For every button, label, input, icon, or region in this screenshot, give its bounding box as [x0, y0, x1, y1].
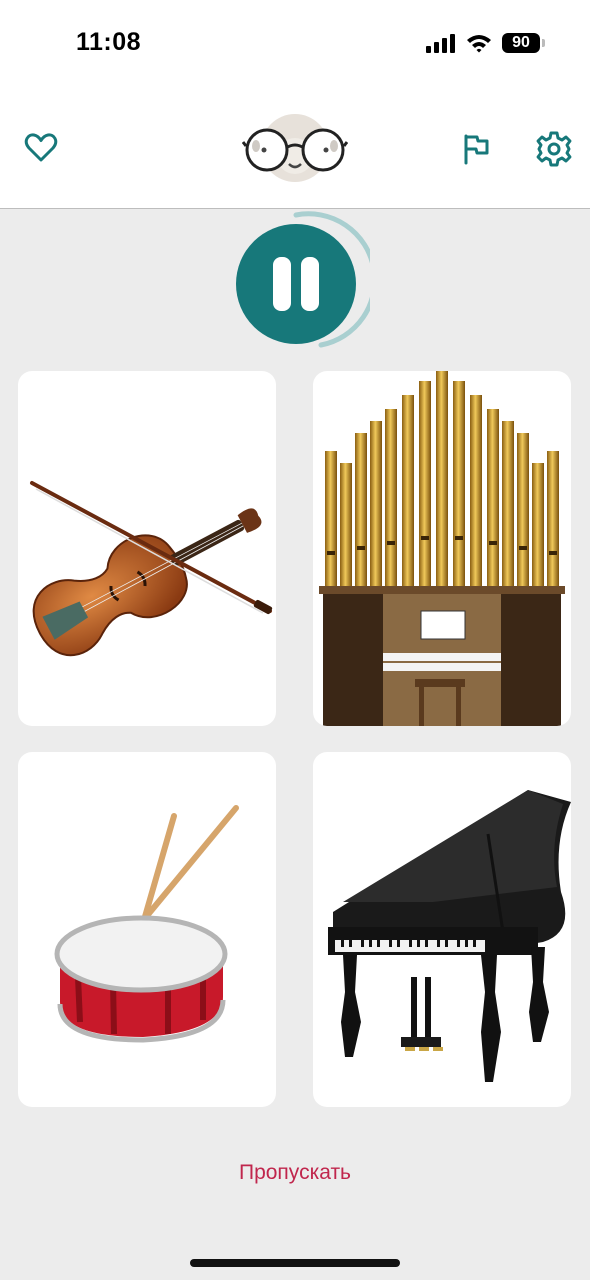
home-indicator[interactable]: [190, 1259, 400, 1267]
pause-icon-bar: [301, 257, 319, 311]
status-bar: 11:08 90: [0, 0, 590, 90]
audio-player: [230, 209, 370, 354]
settings-button[interactable]: [535, 130, 573, 173]
grand-piano-image: [328, 790, 571, 1082]
gear-icon: [536, 131, 572, 167]
pipe-organ-image: [319, 371, 565, 726]
answer-card-organ[interactable]: [313, 371, 571, 726]
status-icons: 90: [426, 33, 545, 53]
skip-button[interactable]: Пропускать: [0, 1161, 590, 1185]
heart-icon: [24, 133, 58, 162]
favorite-button[interactable]: [24, 132, 58, 169]
answer-card-piano[interactable]: [313, 752, 571, 1107]
battery-icon: 90: [502, 33, 545, 53]
flag-icon: [464, 134, 489, 165]
wifi-icon: [467, 35, 491, 53]
snare-drum-image: [54, 805, 239, 1043]
report-button[interactable]: [460, 132, 492, 171]
cellular-signal-icon: [426, 34, 455, 53]
battery-level: 90: [512, 34, 530, 51]
pause-icon: [273, 257, 291, 311]
app-header: [0, 90, 590, 209]
owl-avatar: [242, 114, 348, 182]
pause-button[interactable]: [236, 224, 356, 344]
answer-card-drum[interactable]: [18, 752, 276, 1107]
violin-image: [30, 481, 273, 657]
answer-card-violin[interactable]: [18, 371, 276, 726]
status-time: 11:08: [76, 28, 142, 56]
game-area: Пропускать: [0, 209, 590, 1280]
